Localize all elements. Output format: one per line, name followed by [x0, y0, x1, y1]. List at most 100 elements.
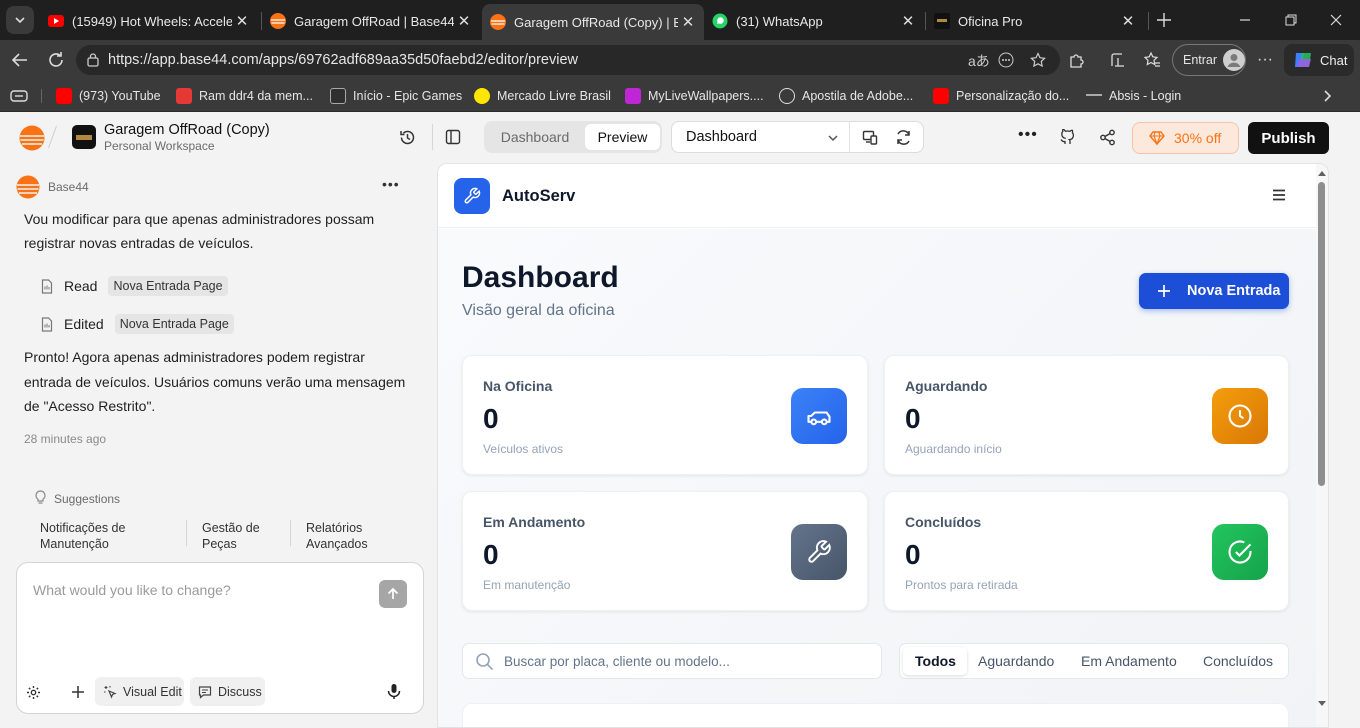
sidebar-toggle-icon[interactable]: [445, 129, 461, 145]
absis-icon: [1086, 94, 1102, 98]
aliexpress-icon: [176, 88, 192, 104]
more-options-icon[interactable]: •••: [1018, 126, 1038, 144]
breadcrumb-divider: [47, 126, 71, 148]
search-input[interactable]: Buscar por placa, cliente ou modelo...: [462, 643, 882, 679]
youtube-icon: [933, 88, 949, 104]
discount-badge[interactable]: 30% off: [1132, 122, 1239, 154]
stat-value: 0: [905, 539, 921, 570]
filter-todos[interactable]: Todos: [915, 647, 956, 675]
publish-button[interactable]: Publish: [1248, 122, 1329, 154]
bookmark-apostila[interactable]: Apostila de Adobe...: [779, 87, 913, 105]
bookmark-epic[interactable]: Início - Epic Games: [330, 87, 462, 105]
device-preview-icon[interactable]: [862, 129, 879, 146]
browser-tab-whatsapp[interactable]: (31) WhatsApp ✕: [704, 6, 924, 36]
stat-subtitle: Em manutenção: [483, 578, 571, 592]
tab-groups-icon[interactable]: [10, 88, 28, 104]
back-arrow-icon[interactable]: [6, 46, 34, 74]
copilot-chat-button[interactable]: Chat: [1284, 44, 1354, 76]
extensions-icon[interactable]: [1062, 46, 1090, 74]
microphone-icon[interactable]: [387, 683, 401, 700]
discuss-button[interactable]: Discuss: [190, 677, 265, 706]
restore-icon[interactable]: [1277, 6, 1305, 34]
suggestion-gestao-pecas[interactable]: Gestão de Peças: [202, 520, 274, 552]
bookmark-ram[interactable]: Ram ddr4 da mem...: [176, 87, 313, 105]
close-tab-icon[interactable]: ✕: [1118, 11, 1138, 31]
browser-toolbar: https://app.base44.com/apps/69762adf689a…: [0, 40, 1360, 80]
stat-card-em-andamento[interactable]: Em Andamento 0 Em manutenção: [462, 491, 868, 611]
bookmark-youtube[interactable]: (973) YouTube: [56, 87, 161, 105]
history-icon[interactable]: [399, 129, 416, 146]
page-select[interactable]: Dashboard: [672, 122, 850, 152]
split-screen-icon[interactable]: [1104, 46, 1132, 74]
scroll-down-icon[interactable]: [1318, 701, 1326, 707]
preview-scrollbar[interactable]: [1316, 164, 1328, 727]
suggestion-divider: [290, 520, 291, 546]
clock-icon: [1228, 404, 1252, 428]
bookmark-personalizacao[interactable]: Personalização do...: [933, 87, 1069, 105]
browser-tab-oficina[interactable]: Oficina Pro ✕: [926, 6, 1144, 36]
mode-toggle: Dashboard Preview: [484, 121, 662, 153]
minimize-icon[interactable]: [1231, 6, 1259, 34]
brand-logo[interactable]: [454, 178, 490, 214]
action-read[interactable]: Read Nova Entrada Page: [40, 273, 228, 299]
visual-edit-button[interactable]: Visual Edit: [95, 677, 184, 706]
scroll-up-icon[interactable]: [1318, 170, 1326, 176]
stat-card-aguardando[interactable]: Aguardando 0 Aguardando início: [884, 355, 1289, 475]
browser-tab-garagem-copy[interactable]: Garagem OffRoad (Copy) | Base ✕: [482, 4, 704, 40]
more-dots-circle-icon[interactable]: [998, 52, 1014, 68]
browser-tab-youtube[interactable]: (15949) Hot Wheels: AcceleRac ✕: [40, 6, 258, 36]
stat-label: Na Oficina: [483, 378, 553, 394]
share-icon[interactable]: [1099, 129, 1116, 146]
browser-tab-garagem[interactable]: Garagem OffRoad | Base44 ✕: [262, 6, 480, 36]
bookmark-mylivewallpapers[interactable]: MyLiveWallpapers....: [625, 87, 764, 105]
hamburger-menu-icon[interactable]: [1272, 189, 1286, 201]
close-window-icon[interactable]: [1322, 6, 1350, 34]
suggestion-notificacoes[interactable]: Notificações de Manutenção: [40, 520, 160, 552]
settings-gear-icon[interactable]: [26, 685, 41, 700]
favorites-icon[interactable]: [1138, 46, 1166, 74]
github-icon[interactable]: [1059, 129, 1076, 146]
app-name[interactable]: Garagem OffRoad (Copy): [104, 122, 270, 138]
stat-label: Aguardando: [905, 378, 988, 394]
new-tab-plus-icon[interactable]: [1150, 6, 1178, 34]
close-tab-icon[interactable]: ✕: [898, 11, 918, 31]
translate-icon[interactable]: aあ: [968, 51, 990, 71]
base44-logo-icon[interactable]: [19, 125, 45, 151]
close-tab-icon[interactable]: ✕: [454, 11, 474, 31]
settings-more-icon[interactable]: ···: [1251, 46, 1279, 74]
chat-input[interactable]: What would you like to change?: [33, 582, 231, 598]
plus-icon: [1158, 285, 1170, 297]
profile-button[interactable]: Entrar: [1172, 44, 1246, 76]
address-bar[interactable]: https://app.base44.com/apps/69762adf689a…: [76, 45, 1060, 75]
plus-icon[interactable]: [71, 685, 85, 699]
message-timestamp: 28 minutes ago: [24, 432, 107, 446]
refresh-icon[interactable]: [895, 129, 912, 146]
stat-card-na-oficina[interactable]: Na Oficina 0 Veículos ativos: [462, 355, 868, 475]
close-tab-icon[interactable]: ✕: [232, 11, 252, 31]
bookmarks-overflow-chevron-icon[interactable]: [1320, 89, 1334, 103]
favorite-star-icon[interactable]: [1030, 52, 1046, 68]
bookmark-mercado-livre[interactable]: Mercado Livre Brasil: [474, 87, 611, 105]
suggestion-relatorios[interactable]: Relatórios Avançados: [306, 520, 396, 552]
chevron-down-icon: [828, 135, 838, 142]
stat-icon-badge: [1212, 388, 1268, 444]
message-options-icon[interactable]: •••: [382, 176, 400, 192]
action-edited[interactable]: Edited Nova Entrada Page: [40, 311, 234, 337]
filter-aguardando[interactable]: Aguardando: [978, 647, 1054, 675]
reload-icon[interactable]: [42, 46, 70, 74]
scrollbar-thumb[interactable]: [1318, 182, 1325, 486]
tab-preview[interactable]: Preview: [585, 124, 660, 150]
tab-title: Oficina Pro: [958, 13, 1023, 29]
workspace-name: Personal Workspace: [104, 139, 215, 153]
tab-actions-chevron-icon[interactable]: [6, 6, 34, 34]
bookmark-absis[interactable]: Absis - Login: [1086, 87, 1181, 105]
close-tab-icon[interactable]: ✕: [678, 12, 698, 32]
tab-dashboard[interactable]: Dashboard: [488, 124, 582, 150]
send-button[interactable]: [379, 580, 407, 608]
filter-em-andamento[interactable]: Em Andamento: [1081, 647, 1177, 675]
stat-card-concluidos[interactable]: Concluídos 0 Prontos para retirada: [884, 491, 1289, 611]
site-info-icon[interactable]: [86, 53, 100, 67]
new-entry-button[interactable]: Nova Entrada: [1139, 273, 1289, 309]
filter-concluidos[interactable]: Concluídos: [1203, 647, 1273, 675]
file-icon: [41, 316, 53, 332]
